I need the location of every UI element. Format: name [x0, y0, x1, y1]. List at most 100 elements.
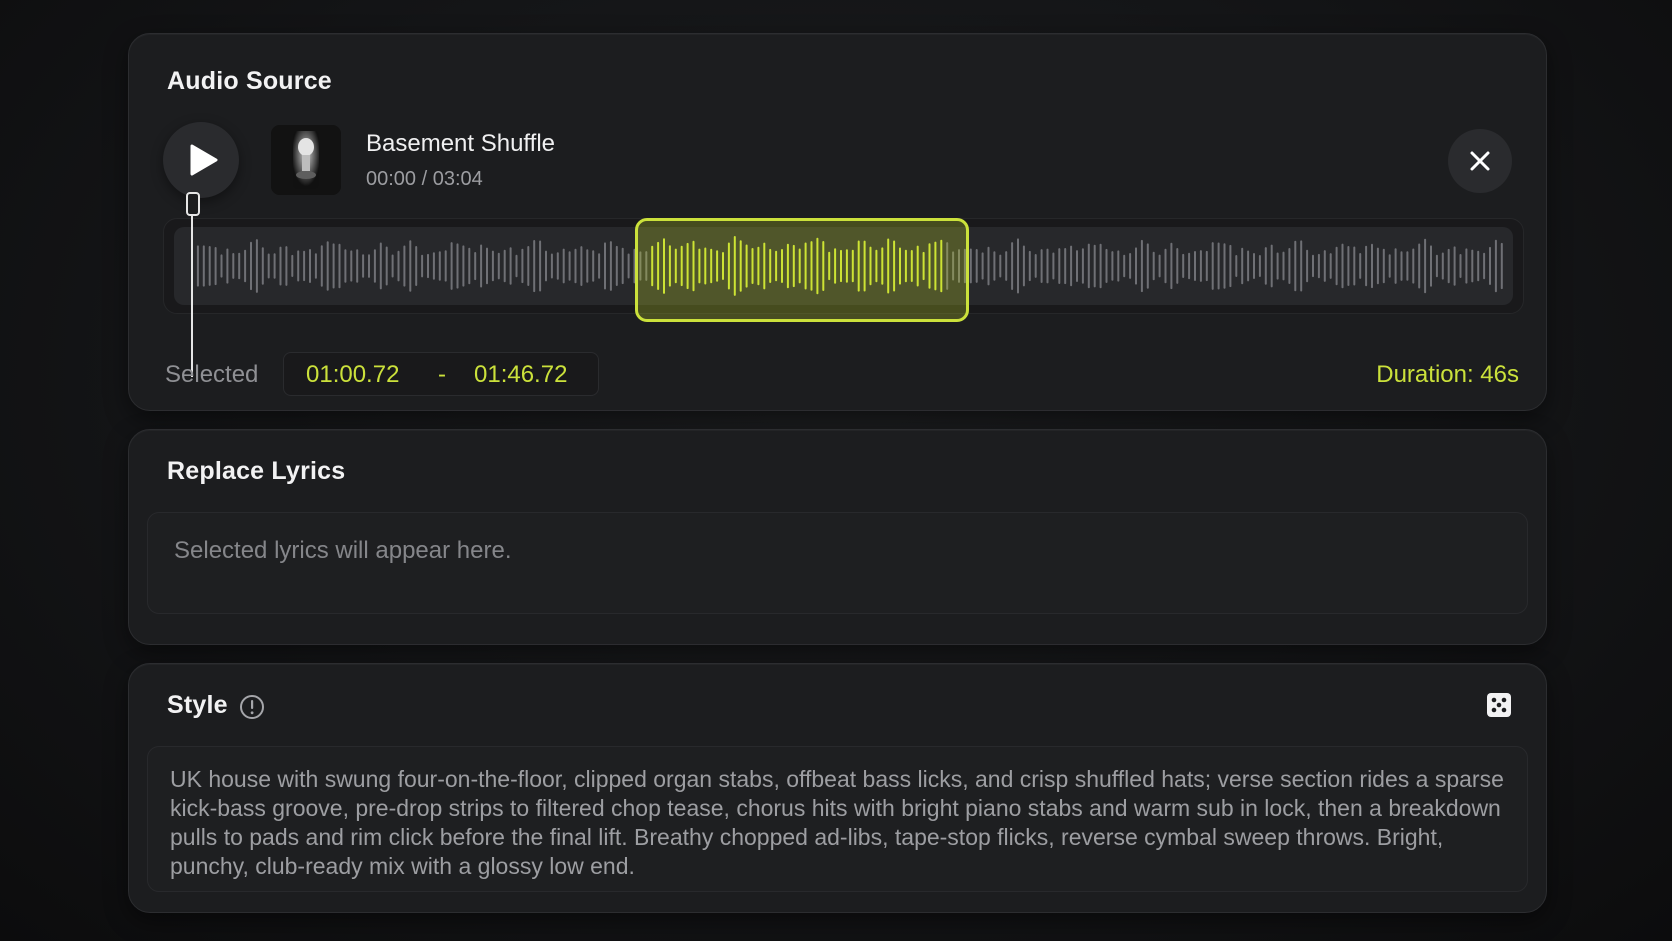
waveform-bar [574, 248, 577, 284]
waveform-bar [1205, 250, 1208, 282]
lyrics-input[interactable]: Selected lyrics will appear here. [147, 512, 1528, 614]
waveform-bar [1052, 252, 1055, 280]
waveform-bar [1264, 247, 1267, 285]
waveform-bar [385, 246, 388, 286]
waveform-bar [1146, 243, 1149, 289]
waveform-bar [273, 253, 276, 279]
waveform-bar [314, 253, 317, 279]
info-icon[interactable] [239, 694, 265, 720]
waveform-bar [1323, 250, 1326, 282]
waveform-bar [202, 245, 205, 287]
close-icon [1470, 151, 1490, 171]
waveform-bar [1424, 238, 1427, 294]
waveform-bar [421, 254, 424, 278]
waveform-bar [1070, 245, 1073, 287]
waveform-bar [1483, 252, 1486, 280]
waveform-bar [303, 250, 306, 282]
waveform-bar [238, 252, 241, 280]
dice-icon[interactable] [1486, 692, 1512, 718]
style-prompt-input[interactable]: UK house with swung four-on-the-floor, c… [147, 746, 1528, 892]
waveform-bar [1022, 245, 1025, 287]
waveform-bar [391, 254, 394, 278]
waveform-bar [1081, 248, 1084, 284]
waveform-bar [1294, 240, 1297, 292]
waveform-bar [1253, 253, 1255, 279]
selection-separator: - [438, 361, 446, 388]
audio-source-panel: Audio Source Basement Shuffle 00:00 / 03… [128, 33, 1547, 411]
waveform-bar [1011, 242, 1014, 290]
waveform-bar [1447, 248, 1450, 284]
waveform-bar [533, 240, 536, 293]
waveform-bar [515, 254, 518, 278]
waveform-bar [1376, 247, 1379, 285]
waveform-bar [1494, 239, 1497, 293]
waveform-bar [1199, 250, 1202, 282]
waveform-bar [1034, 254, 1037, 278]
waveform-bar [1111, 251, 1114, 281]
waveform-bar [1306, 249, 1309, 283]
play-button[interactable] [163, 122, 239, 198]
playhead-handle[interactable] [186, 192, 200, 216]
waveform-bar [1217, 242, 1220, 290]
waveform-bar [1489, 246, 1491, 285]
waveform-bar [332, 243, 335, 289]
waveform-bar [1335, 246, 1338, 286]
audio-source-title: Audio Source [167, 67, 332, 95]
waveform-bar [1229, 244, 1232, 288]
waveform-bar [1394, 248, 1397, 284]
waveform-bar [326, 241, 329, 291]
waveform-bar [568, 251, 571, 281]
waveform-bar [1477, 250, 1480, 282]
waveform-bar [1099, 243, 1102, 289]
waveform-bar [1188, 252, 1191, 280]
waveform-bar [598, 253, 601, 279]
waveform-bar [214, 247, 217, 286]
waveform-bar [362, 254, 365, 278]
waveform-bar [527, 246, 530, 286]
waveform-bar [609, 241, 612, 291]
waveform-bar [1288, 248, 1291, 284]
waveform-bar [474, 252, 477, 281]
waveform-bar [969, 248, 972, 284]
waveform-bar [486, 247, 488, 285]
waveform-bar [208, 246, 211, 286]
waveform-bar [1471, 249, 1474, 283]
close-button[interactable] [1448, 129, 1512, 193]
waveform-bar [232, 253, 235, 279]
waveform-bar [1412, 248, 1415, 284]
waveform-bar [1500, 242, 1503, 290]
waveform-bar [368, 254, 370, 278]
waveform-bar [456, 243, 459, 289]
waveform-bar [545, 250, 547, 282]
selection-duration: Duration: 46s [1376, 361, 1519, 388]
waveform-bar [462, 245, 465, 287]
waveform-bar [1093, 244, 1096, 288]
waveform-bar [415, 246, 418, 286]
waveform-bar [1406, 251, 1409, 281]
waveform-bar [1005, 251, 1008, 281]
waveform-bar [344, 249, 347, 283]
selection-start[interactable]: 01:00.72 [306, 361, 399, 389]
waveform-bar [1418, 243, 1421, 289]
waveform-bar [627, 253, 630, 279]
waveform-bar [220, 254, 223, 278]
waveform-bar [586, 249, 589, 283]
waveform-bar [1347, 246, 1350, 286]
waveform-bar [297, 250, 300, 282]
waveform-bar [999, 254, 1002, 278]
waveform-bar [503, 249, 506, 283]
style-panel: Style UK house with swung four-on-the-fl… [128, 663, 1547, 913]
waveform-bar [1300, 240, 1303, 292]
waveform-bar [1152, 251, 1155, 281]
album-cover [271, 125, 341, 195]
waveform-bar [562, 248, 565, 284]
selection-region[interactable] [635, 218, 969, 322]
waveform-bar [1441, 252, 1444, 280]
track-time: 00:00 / 03:04 [366, 168, 483, 190]
waveform-bar [615, 245, 618, 286]
selection-end[interactable]: 01:46.72 [474, 361, 567, 389]
waveform-bar [1365, 245, 1368, 287]
waveform-bar [556, 252, 559, 280]
waveform-bar [403, 245, 406, 287]
waveform-bar [1241, 247, 1244, 285]
